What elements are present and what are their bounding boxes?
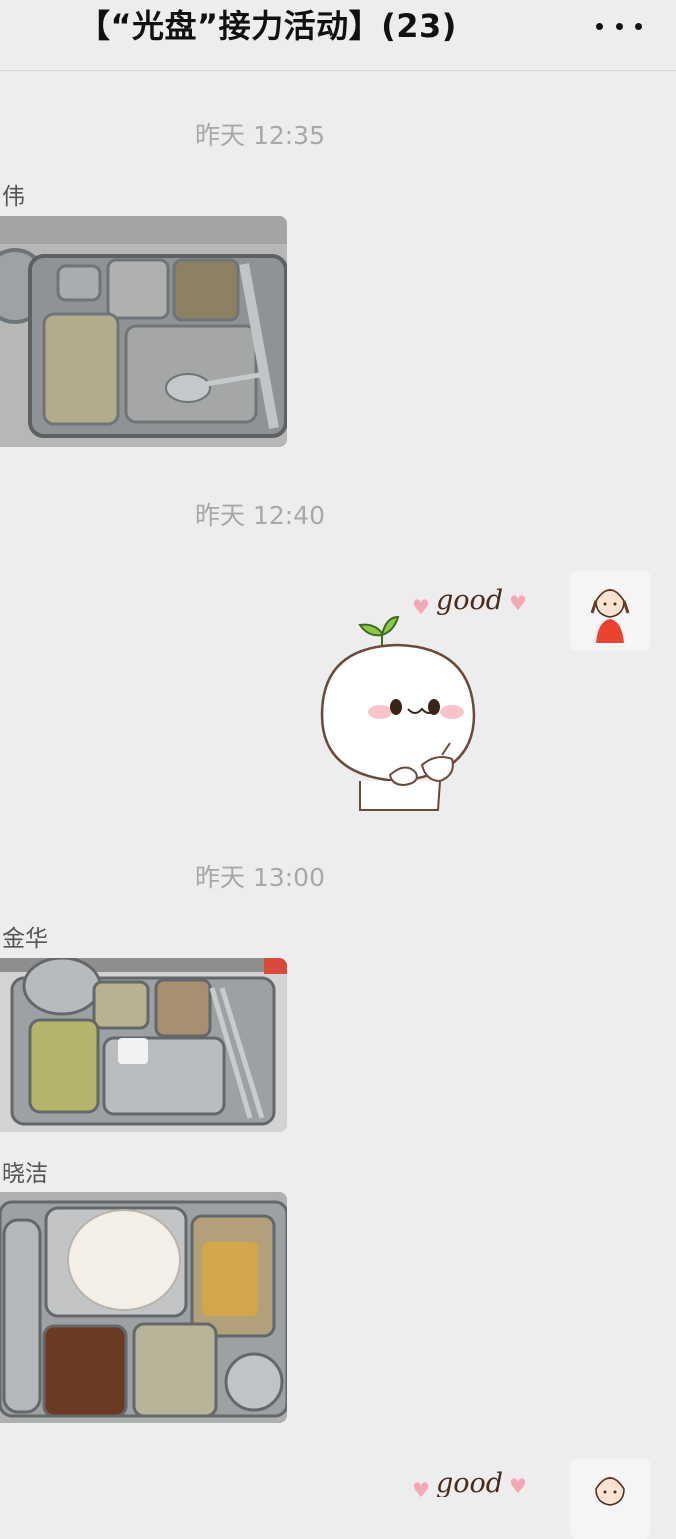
sender-name: 晓洁 — [2, 1161, 48, 1187]
heart-icon: ♥ — [509, 1474, 527, 1497]
empty-tray-photo — [0, 958, 287, 1132]
photo-message[interactable] — [0, 216, 287, 447]
chat-header: 【“光盘”接力活动】(23) — [0, 0, 676, 71]
timestamp: 昨天 13:00 — [195, 863, 325, 892]
bun-thumbs-up-icon — [320, 615, 476, 811]
more-dots-icon[interactable] — [596, 8, 642, 44]
empty-tray-photo — [0, 1192, 287, 1423]
sender-name: 伟 — [2, 184, 25, 210]
timestamp: 昨天 12:35 — [195, 121, 325, 150]
sender-name: 金华 — [2, 926, 48, 952]
good-sticker[interactable]: ♥ good ♥ — [412, 1468, 542, 1497]
heart-icon: ♥ — [412, 1478, 430, 1497]
girl-avatar-icon — [570, 1459, 650, 1539]
sticker-text: good — [436, 1468, 504, 1497]
photo-message[interactable] — [0, 958, 287, 1132]
chat-title: 【“光盘”接力活动】(23) — [78, 7, 457, 45]
timestamp: 昨天 12:40 — [195, 501, 325, 530]
good-sticker[interactable]: ♥ good ♥ — [312, 585, 537, 815]
girl-avatar-icon — [570, 571, 650, 651]
photo-message[interactable] — [0, 1192, 287, 1423]
self-avatar[interactable] — [570, 571, 650, 651]
self-avatar[interactable] — [570, 1459, 650, 1539]
empty-tray-photo — [0, 216, 287, 447]
